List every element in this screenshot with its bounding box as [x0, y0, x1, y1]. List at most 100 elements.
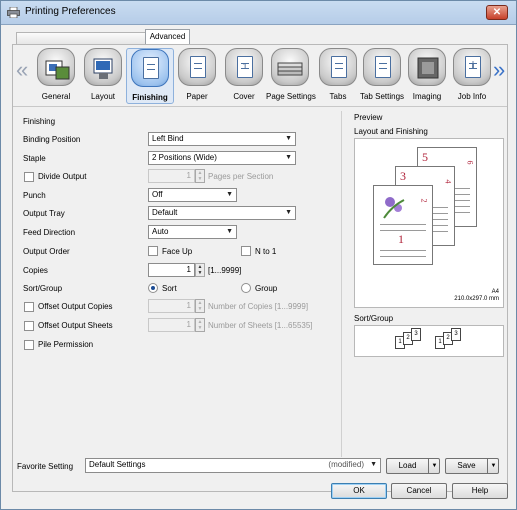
chevron-down-icon: ▼: [226, 191, 233, 198]
chevron-down-icon: ▼: [370, 461, 377, 468]
general-icon: [37, 48, 75, 86]
layout-icon: [84, 48, 122, 86]
feed-direction-value: Auto: [152, 227, 169, 236]
scroll-left-icon[interactable]: «: [16, 57, 28, 83]
offset-output-sheets-checkbox[interactable]: [24, 321, 34, 331]
offset-copies-unit: Number of Copies [1...9999]: [208, 302, 309, 311]
staple-select[interactable]: 2 Positions (Wide) ▼: [148, 151, 296, 165]
category-layout[interactable]: Layout: [79, 48, 127, 101]
preview-title: Preview: [354, 113, 383, 122]
group-radio[interactable]: [241, 283, 251, 293]
page-number: 5: [422, 150, 428, 164]
paper-size: A4: [491, 289, 499, 295]
copies-spinner[interactable]: 1: [148, 263, 195, 277]
n-to-1-checkbox[interactable]: [241, 246, 251, 256]
cover-icon: 1: [225, 48, 263, 86]
category-general[interactable]: General: [32, 48, 80, 101]
page-number: 6: [465, 160, 475, 165]
favorite-setting-label: Favorite Setting: [17, 462, 74, 471]
category-bar: « General Layout Finishing Paper 1 Cover…: [13, 45, 507, 107]
sort-page: 3: [451, 328, 461, 341]
pile-permission-checkbox[interactable]: [24, 340, 34, 350]
punch-select[interactable]: Off ▼: [148, 188, 237, 202]
window-title: Printing Preferences: [25, 6, 116, 17]
save-button-label: Save: [457, 461, 476, 470]
chevron-down-icon: ▼: [226, 228, 233, 235]
face-up-label: Face Up: [162, 247, 193, 256]
chevron-down-icon: ▼: [285, 135, 292, 142]
category-label: Tabs: [329, 92, 347, 101]
divide-output-label: Divide Output: [38, 172, 87, 181]
offset-copies-stepper[interactable]: ▲ ▼: [195, 299, 205, 313]
help-button[interactable]: Help: [452, 483, 508, 499]
group-radio-label: Group: [255, 284, 278, 293]
category-job-info[interactable]: i Job Info: [448, 48, 496, 101]
category-label: Tab Settings: [359, 92, 405, 101]
sortgroup-preview-title: Sort/Group: [354, 314, 394, 323]
preview-page: 2 1: [373, 185, 433, 265]
job-info-icon: i: [453, 48, 491, 86]
title-bar[interactable]: Printing Preferences ✕: [1, 1, 516, 25]
printing-preferences-window: Printing Preferences ✕ Advanced « Genera…: [0, 0, 517, 510]
save-button[interactable]: Save ▼: [445, 458, 499, 474]
offset-sheets-unit: Number of Sheets [1...65535]: [208, 321, 313, 330]
finishing-icon: [131, 49, 169, 87]
offset-copies-spinner[interactable]: 1: [148, 299, 195, 313]
category-page-settings[interactable]: Page Settings: [266, 48, 316, 101]
pile-permission-label: Pile Permission: [38, 340, 94, 349]
sort-radio[interactable]: [148, 283, 158, 293]
sortgroup-preview: 1 2 3 1 2 3: [354, 325, 504, 357]
face-up-checkbox[interactable]: [148, 246, 158, 256]
category-tabs[interactable]: Tabs: [314, 48, 362, 101]
category-tab-settings[interactable]: Tab Settings: [358, 48, 406, 101]
category-label: Layout: [90, 92, 116, 101]
divide-output-stepper[interactable]: ▲ ▼: [195, 169, 205, 183]
favorite-setting-value: Default Settings: [89, 460, 146, 469]
offset-output-copies-checkbox[interactable]: [24, 302, 34, 312]
copies-label: Copies: [23, 266, 48, 275]
scroll-right-icon[interactable]: »: [493, 57, 505, 83]
paper-size-label: A4 210.0x297.0 mm: [454, 289, 499, 303]
load-button[interactable]: Load ▼: [386, 458, 440, 474]
category-label: Finishing: [132, 93, 168, 102]
divide-output-spinner[interactable]: 1: [148, 169, 195, 183]
favorite-setting-select[interactable]: Default Settings (modified) ▼: [85, 458, 381, 473]
category-label: General: [41, 92, 71, 101]
divide-output-unit: Pages per Section: [208, 172, 274, 181]
dialog-client-area: Advanced « General Layout Finishing Pape…: [6, 26, 512, 506]
page-number: 4: [443, 179, 453, 184]
cancel-button[interactable]: Cancel: [391, 483, 447, 499]
feed-direction-label: Feed Direction: [23, 228, 76, 237]
tab-advanced[interactable]: Advanced: [145, 29, 190, 45]
tab-blank[interactable]: [16, 32, 150, 44]
page-number: 2: [419, 198, 429, 203]
feed-direction-select[interactable]: Auto ▼: [148, 225, 237, 239]
tabs-icon: [319, 48, 357, 86]
output-tray-label: Output Tray: [23, 209, 65, 218]
save-dropdown-icon[interactable]: ▼: [487, 459, 499, 473]
category-finishing[interactable]: Finishing: [126, 48, 174, 104]
offset-sheets-stepper[interactable]: ▲ ▼: [195, 318, 205, 332]
category-paper[interactable]: Paper: [173, 48, 221, 101]
binding-position-label: Binding Position: [23, 135, 81, 144]
preview-subtitle: Layout and Finishing: [354, 127, 428, 136]
close-button[interactable]: ✕: [486, 5, 508, 20]
n-to-1-label: N to 1: [255, 247, 277, 256]
page-settings-icon: [271, 48, 309, 86]
category-imaging[interactable]: Imaging: [403, 48, 451, 101]
paper-icon: [178, 48, 216, 86]
layout-finishing-preview: 5 6 3 4 2 1 A4 210.0x297.0 mm: [354, 138, 504, 308]
output-tray-select[interactable]: Default ▼: [148, 206, 296, 220]
punch-value: Off: [152, 190, 163, 199]
copies-stepper[interactable]: ▲ ▼: [195, 263, 205, 277]
category-cover[interactable]: 1 Cover: [220, 48, 268, 101]
staple-label: Staple: [23, 154, 46, 163]
divide-output-checkbox[interactable]: [24, 172, 34, 182]
output-order-label: Output Order: [23, 247, 70, 256]
offset-sheets-spinner[interactable]: 1: [148, 318, 195, 332]
binding-position-select[interactable]: Left Bind ▼: [148, 132, 296, 146]
load-dropdown-icon[interactable]: ▼: [428, 459, 440, 473]
tab-settings-icon: [363, 48, 401, 86]
ok-button[interactable]: OK: [331, 483, 387, 499]
category-label: Page Settings: [266, 92, 316, 101]
